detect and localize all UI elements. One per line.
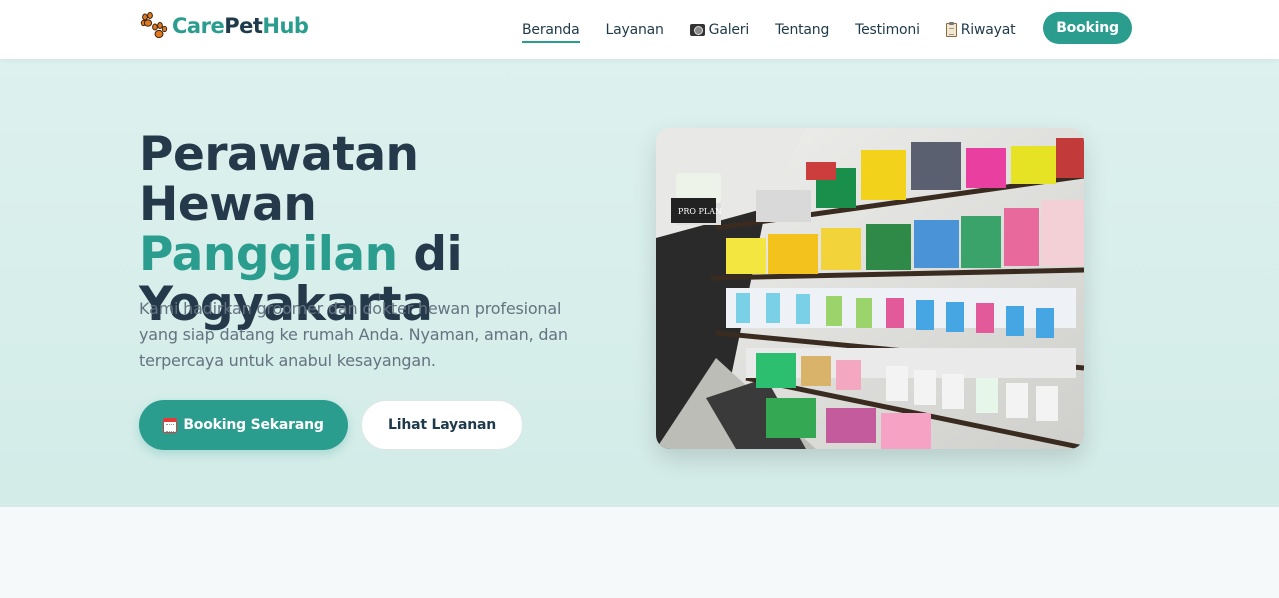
brand-name: CarePetHub <box>172 14 309 38</box>
booking-sekarang-label: Booking Sekarang <box>183 417 324 433</box>
nav-item-testimoni[interactable]: Testimoni <box>855 19 920 41</box>
brand-logo[interactable]: CarePetHub <box>140 12 309 40</box>
hero-section: Perawatan Hewan Panggilan di Yogyakarta … <box>0 59 1279 507</box>
booking-sekarang-button[interactable]: Booking Sekarang <box>139 400 348 450</box>
hero-title-di: di <box>397 227 463 282</box>
paw-icon <box>140 12 168 39</box>
hero-title-accent: Panggilan <box>139 227 398 282</box>
nav-item-riwayat[interactable]: Riwayat <box>945 19 1016 41</box>
hero-description: Kami hadirkan groomer dan dokter hewan p… <box>139 299 568 370</box>
pet-shop-shelves-image: PRO PLAN <box>656 128 1084 449</box>
calendar-icon <box>163 417 178 433</box>
camera-icon <box>689 23 705 36</box>
nav-item-galeri-label: Galeri <box>708 21 750 38</box>
pro-plan-sign: PRO PLAN <box>678 207 722 216</box>
main-nav: Beranda Layanan Galeri Tentang Testimoni… <box>522 0 1041 59</box>
nav-item-beranda[interactable]: Beranda <box>522 21 580 43</box>
nav-item-riwayat-label: Riwayat <box>960 21 1016 38</box>
lihat-layanan-button[interactable]: Lihat Layanan <box>361 400 523 450</box>
nav-item-tentang[interactable]: Tentang <box>775 19 829 41</box>
nav-item-layanan[interactable]: Layanan <box>606 19 664 41</box>
clipboard-icon <box>945 21 957 37</box>
booking-button[interactable]: Booking <box>1043 12 1132 44</box>
nav-item-galeri[interactable]: Galeri <box>689 19 750 41</box>
navbar: CarePetHub Beranda Layanan Galeri Tentan… <box>0 0 1279 59</box>
hero-photo: PRO PLAN <box>656 128 1084 449</box>
hero-title-line1: Perawatan Hewan <box>139 127 419 232</box>
next-section <box>0 507 1279 598</box>
